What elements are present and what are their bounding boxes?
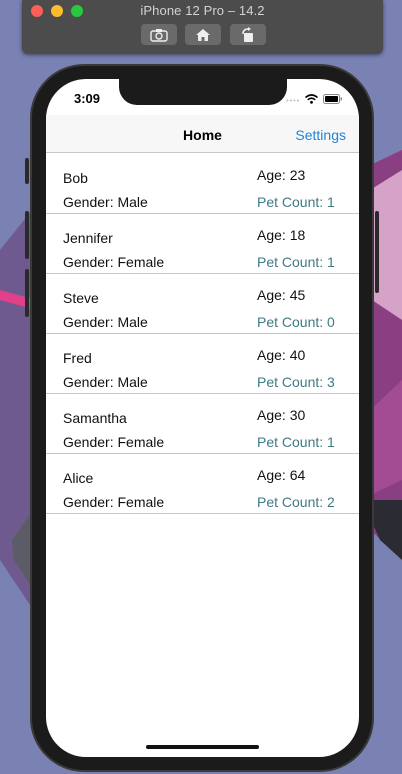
person-gender: Gender: Female: [63, 254, 165, 270]
volume-up-button: [25, 211, 29, 259]
person-pet-count: Pet Count: 1: [257, 254, 335, 270]
person-age: Age: 40: [257, 347, 306, 363]
person-age: Age: 30: [257, 407, 306, 423]
mute-switch: [25, 158, 29, 184]
signal-icon: [286, 99, 299, 102]
person-pet-count: Pet Count: 1: [257, 434, 335, 450]
person-name: Samantha: [63, 410, 127, 426]
person-age: Age: 64: [257, 467, 306, 483]
battery-icon: [323, 94, 342, 104]
screenshot-icon: [150, 28, 168, 42]
person-age: Age: 18: [257, 227, 306, 243]
rotate-icon: [242, 26, 253, 42]
status-icons: [286, 94, 343, 104]
person-gender: Gender: Female: [63, 434, 165, 450]
list-item[interactable]: Samantha Age: 30 Gender: Female Pet Coun…: [46, 394, 359, 454]
person-gender: Gender: Male: [63, 314, 148, 330]
person-pet-count: Pet Count: 0: [257, 314, 335, 330]
person-age: Age: 45: [257, 287, 306, 303]
status-time: 3:09: [74, 91, 101, 106]
list-item[interactable]: Bob Age: 23 Gender: Male Pet Count: 1: [46, 154, 359, 214]
list-item[interactable]: Steve Age: 45 Gender: Male Pet Count: 0: [46, 274, 359, 334]
person-name: Fred: [63, 350, 92, 366]
people-list: Bob Age: 23 Gender: Male Pet Count: 1 Je…: [46, 154, 359, 514]
person-name: Steve: [63, 290, 99, 306]
device-screen: 3:09 Home Settings Bob Age: 23 Gender: M…: [46, 79, 359, 757]
list-item[interactable]: Fred Age: 40 Gender: Male Pet Count: 3: [46, 334, 359, 394]
settings-button[interactable]: Settings: [295, 127, 346, 143]
rotate-button[interactable]: [230, 24, 266, 45]
home-button[interactable]: [185, 24, 221, 45]
person-pet-count: Pet Count: 1: [257, 194, 335, 210]
person-gender: Gender: Male: [63, 194, 148, 210]
simulator-title: iPhone 12 Pro – 14.2: [140, 3, 265, 18]
person-pet-count: Pet Count: 3: [257, 374, 335, 390]
list-item[interactable]: Alice Age: 64 Gender: Female Pet Count: …: [46, 454, 359, 514]
list-item[interactable]: Jennifer Age: 18 Gender: Female Pet Coun…: [46, 214, 359, 274]
person-name: Jennifer: [63, 230, 113, 246]
notch: [119, 79, 287, 105]
screenshot-button[interactable]: [141, 24, 177, 45]
home-icon: [196, 28, 210, 41]
navigation-bar: Home Settings: [46, 115, 359, 153]
volume-down-button: [25, 269, 29, 317]
person-gender: Gender: Female: [63, 494, 165, 510]
person-pet-count: Pet Count: 2: [257, 494, 335, 510]
wifi-icon: [305, 94, 318, 104]
simulator-title-bar: iPhone 12 Pro – 14.2: [22, 0, 383, 54]
person-gender: Gender: Male: [63, 374, 148, 390]
home-indicator[interactable]: [146, 745, 259, 749]
person-name: Bob: [63, 170, 88, 186]
person-age: Age: 23: [257, 167, 306, 183]
person-name: Alice: [63, 470, 94, 486]
side-button: [375, 211, 379, 293]
